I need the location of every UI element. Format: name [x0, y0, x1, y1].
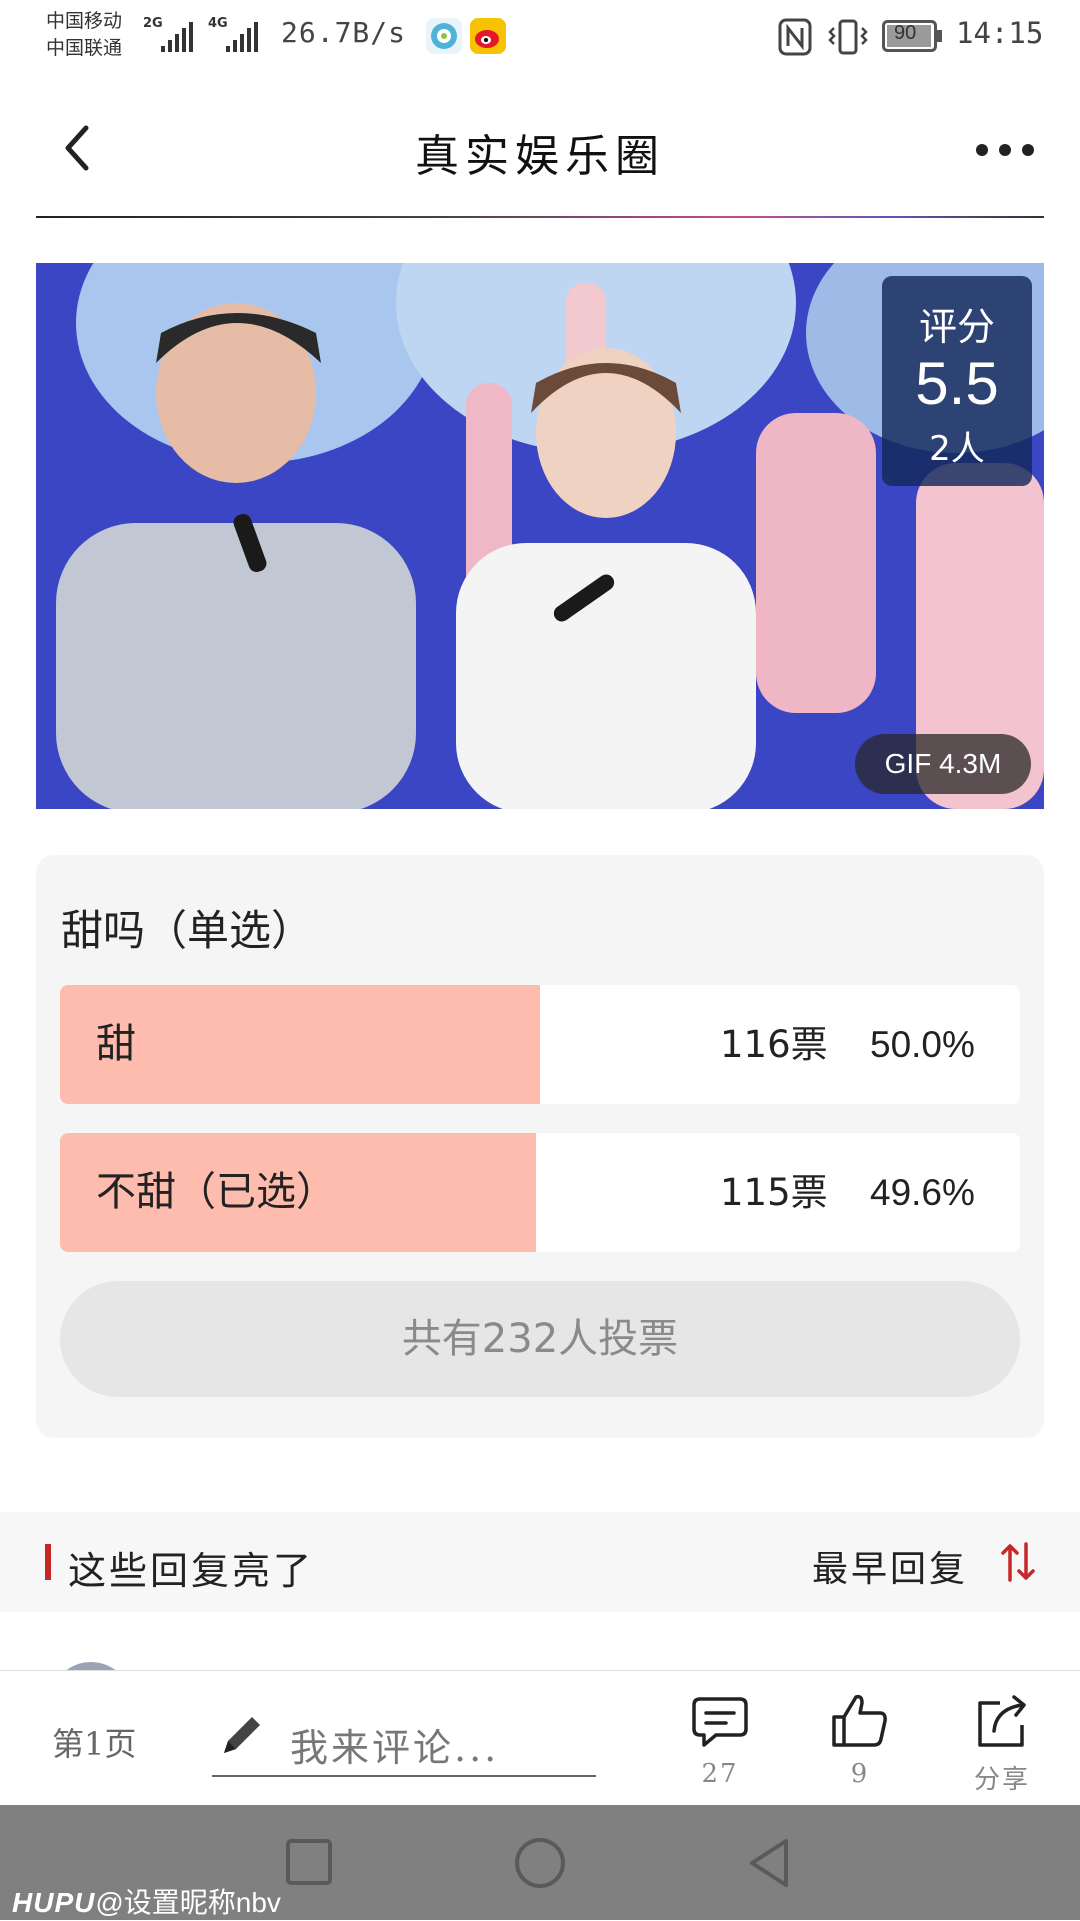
rating-value: 5.5 [915, 350, 999, 417]
clock: 14:15 [956, 16, 1044, 50]
sort-toggle[interactable]: 最早回复 [812, 1512, 1052, 1612]
system-nav-bar: HUPU@设置昵称nbv [0, 1805, 1080, 1920]
gif-size-badge: GIF 4.3M [855, 734, 1031, 794]
carrier-1: 中国移动 [46, 10, 123, 32]
back-triangle-icon[interactable] [744, 1835, 794, 1891]
watermark-brand: HUPU [12, 1887, 96, 1918]
battery-level: 90 [894, 22, 917, 44]
like-button[interactable]: 9 [810, 1691, 910, 1789]
battery-icon: 90 [882, 20, 942, 52]
nfc-icon [778, 18, 814, 60]
carrier-2: 中国联通 [46, 37, 123, 59]
poll-option-percent: 50.0% [870, 1024, 975, 1065]
share-label: 分享 [973, 1765, 1030, 1795]
header-divider [36, 216, 1044, 218]
browser-app-icon [426, 18, 462, 54]
share-icon [978, 1695, 1026, 1747]
rating-count: 2人 [929, 429, 985, 469]
poll-option-not-sweet[interactable]: 不甜（已选） 115票 49.6% [60, 1133, 1020, 1252]
section-accent-mark [45, 1544, 51, 1580]
rating-badge[interactable]: 评分 5.5 2人 [882, 276, 1032, 486]
sort-label: 最早回复 [812, 1549, 969, 1590]
home-circle-icon[interactable] [512, 1835, 568, 1891]
sort-arrows-icon [1001, 1542, 1035, 1582]
poll-option-votes: 115票 [720, 1171, 828, 1214]
comment-placeholder: 我来评论... [290, 1726, 500, 1770]
poll-title: 甜吗（单选） [61, 906, 314, 955]
header: 真实娱乐圈 [0, 78, 1080, 218]
comment-bubble-icon [692, 1697, 748, 1747]
page-indicator[interactable]: 第1页 [52, 1719, 136, 1765]
replies-title: 这些回复亮了 [68, 1549, 315, 1593]
vibrate-icon [826, 18, 870, 60]
share-button[interactable]: 分享 [952, 1691, 1052, 1796]
thumbs-up-icon [832, 1694, 887, 1747]
poll-total-votes-button[interactable]: 共有232人投票 [60, 1281, 1020, 1397]
poll-option-label: 不甜（已选） [96, 1169, 336, 1215]
status-bar: 中国移动 中国联通 2G 4G 26.7B/s 90 14:15 [0, 0, 1080, 78]
watermark: HUPU@设置昵称nbv [12, 1881, 281, 1921]
more-dots-icon [976, 144, 1034, 156]
poll-option-percent: 49.6% [870, 1172, 975, 1213]
like-count: 9 [850, 1759, 870, 1789]
network-speed: 26.7B/s [281, 16, 407, 49]
poll-option-label: 甜 [96, 1021, 136, 1067]
poll-option-sweet[interactable]: 甜 116票 50.0% [60, 985, 1020, 1104]
comment-count: 27 [701, 1759, 739, 1789]
watermark-user: @设置昵称nbv [95, 1887, 281, 1918]
weibo-icon [470, 18, 506, 54]
more-button[interactable] [972, 136, 1038, 166]
replies-section-header: 这些回复亮了 最早回复 [0, 1512, 1080, 1612]
comment-input[interactable]: 我来评论... [212, 1701, 596, 1777]
carrier-labels: 中国移动 中国联通 [46, 8, 122, 62]
comments-button[interactable]: 27 [670, 1691, 770, 1789]
page-title: 真实娱乐圈 [415, 131, 665, 182]
bottom-action-bar: 第1页 我来评论... 27 9 分享 [0, 1670, 1080, 1806]
poll-option-votes: 116票 [720, 1023, 828, 1066]
poll-card: 甜吗（单选） 甜 116票 50.0% 不甜（已选） 115票 49.6% 共有… [36, 855, 1044, 1438]
rating-label: 评分 [918, 305, 995, 349]
recents-square-icon[interactable] [284, 1837, 334, 1887]
pencil-icon [224, 1717, 260, 1753]
